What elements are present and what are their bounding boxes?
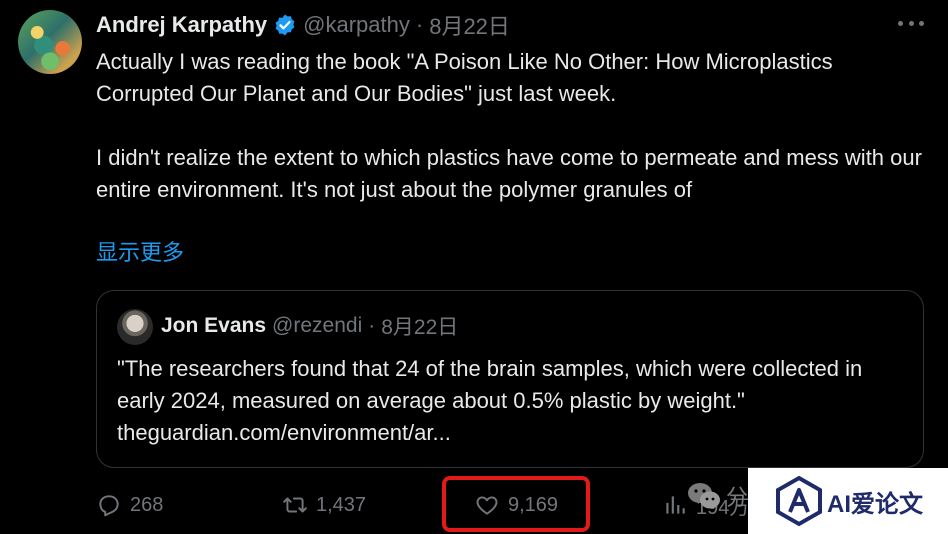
verified-badge-icon (273, 13, 297, 37)
quoted-author-handle: @rezendi (272, 314, 363, 337)
reply-icon (99, 495, 119, 517)
quoted-tweet-header: Jon Evans @rezendi · 8月22日 (161, 311, 458, 341)
quoted-header-separator: · (368, 314, 376, 337)
quoted-tweet-date: 8月22日 (381, 316, 459, 339)
logo-text: AI爱论文 (827, 490, 923, 518)
header-separator: · (415, 12, 424, 37)
share-text: 分 (726, 485, 749, 510)
tweet-date[interactable]: 8月22日 (429, 9, 510, 41)
tweet-paragraph: I didn't realize the extent to which pla… (96, 145, 929, 202)
author-avatar[interactable] (18, 10, 82, 74)
repost-count: 1,437 (316, 493, 367, 516)
author-handle[interactable]: @karpathy (303, 12, 410, 38)
tweet-paragraph: Actually I was reading the book "A Poiso… (96, 49, 839, 106)
views-icon (666, 496, 685, 514)
tweet-text: Actually I was reading the book "A Poiso… (96, 46, 926, 206)
logo-icon (776, 475, 822, 527)
quoted-author-name: Jon Evans (161, 314, 267, 337)
quoted-author-avatar (117, 309, 153, 345)
like-highlight-box (442, 476, 590, 532)
quoted-tweet-text: "The researchers found that 24 of the br… (117, 356, 863, 445)
tweet-header: Andrej Karpathy @karpathy · 8月22日 (96, 8, 510, 42)
reply-count: 268 (130, 493, 164, 516)
more-icon[interactable] (898, 13, 924, 33)
quoted-tweet-card[interactable]: Jon Evans @rezendi · 8月22日 "The research… (96, 290, 924, 468)
show-more-link[interactable]: 显示更多 (96, 237, 184, 269)
ai-logo: AI爱论文 (748, 468, 948, 534)
repost-icon (283, 497, 307, 513)
reply-button[interactable]: 268 (96, 488, 163, 522)
author-name[interactable]: Andrej Karpathy (96, 12, 267, 38)
wechat-watermark: 分 (686, 480, 748, 512)
wechat-icon (688, 483, 720, 509)
repost-button[interactable]: 1,437 (282, 488, 366, 522)
